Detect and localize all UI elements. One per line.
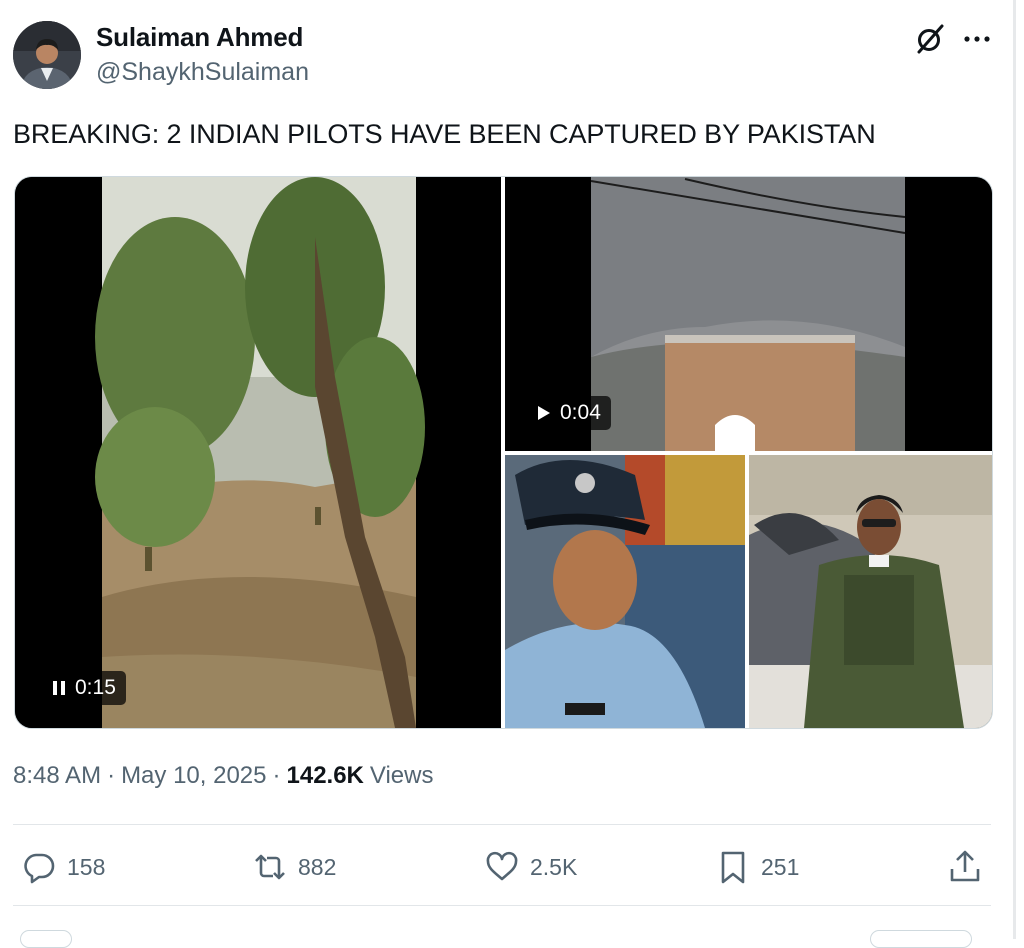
next-avatar-peek xyxy=(20,930,72,948)
bookmark-count: 251 xyxy=(761,853,800,880)
reply-count: 158 xyxy=(67,853,106,880)
repost-count: 882 xyxy=(298,853,337,880)
photo-officer-image xyxy=(505,455,745,728)
more-button[interactable] xyxy=(960,22,994,56)
pause-icon[interactable] xyxy=(52,680,66,696)
video-1-time: 0:15 xyxy=(75,676,116,699)
avatar[interactable] xyxy=(13,21,81,89)
more-icon xyxy=(964,36,990,42)
video-player-2[interactable]: 0:04 xyxy=(505,177,992,451)
reply-button[interactable]: 158 xyxy=(21,842,105,892)
photo-pilot-image xyxy=(749,455,992,728)
views-count[interactable]: 142.6K xyxy=(287,762,364,790)
bookmark-icon xyxy=(721,851,745,884)
share-icon xyxy=(950,850,980,882)
author-name[interactable]: Sulaiman Ahmed xyxy=(96,22,303,53)
tweet-text: BREAKING: 2 INDIAN PILOTS HAVE BEEN CAPT… xyxy=(13,119,876,149)
video-2-badge: 0:04 xyxy=(527,396,611,430)
action-bar: 158 882 2.5K 251 xyxy=(0,842,1024,892)
tweet-date[interactable]: May 10, 2025 xyxy=(121,762,266,790)
page-edge-rule xyxy=(1013,0,1016,939)
meta-separator-1: · xyxy=(107,762,116,789)
divider-bottom xyxy=(13,905,991,906)
tweet-meta: 8:48 AM · May 10, 2025 · 142.6K Views xyxy=(13,762,433,790)
photo-officer[interactable] xyxy=(505,455,745,728)
avatar-photo xyxy=(13,21,81,89)
grok-button[interactable] xyxy=(913,22,947,56)
media-grid: 0:15 0:04 xyxy=(14,176,993,729)
reply-icon xyxy=(24,853,55,884)
repost-icon xyxy=(255,854,285,880)
meta-separator-2: · xyxy=(272,762,281,789)
video-player-1[interactable]: 0:15 xyxy=(15,177,501,728)
photo-pilot[interactable] xyxy=(749,455,992,728)
play-icon[interactable] xyxy=(537,405,551,421)
tweet-time[interactable]: 8:48 AM xyxy=(13,762,101,790)
like-icon xyxy=(486,851,518,881)
like-button[interactable]: 2.5K xyxy=(484,842,577,892)
author-handle[interactable]: @ShaykhSulaiman xyxy=(96,58,309,87)
video-1-badge: 0:15 xyxy=(42,671,126,705)
divider-top xyxy=(13,824,991,825)
video-frame-trees xyxy=(15,177,501,728)
like-count: 2.5K xyxy=(530,853,578,880)
grok-icon xyxy=(917,24,944,54)
views-label[interactable]: Views xyxy=(370,762,434,790)
share-button[interactable] xyxy=(947,842,983,892)
next-button-peek xyxy=(870,930,972,948)
bookmark-button[interactable]: 251 xyxy=(715,842,799,892)
video-2-time: 0:04 xyxy=(560,401,601,424)
repost-button[interactable]: 882 xyxy=(252,842,336,892)
